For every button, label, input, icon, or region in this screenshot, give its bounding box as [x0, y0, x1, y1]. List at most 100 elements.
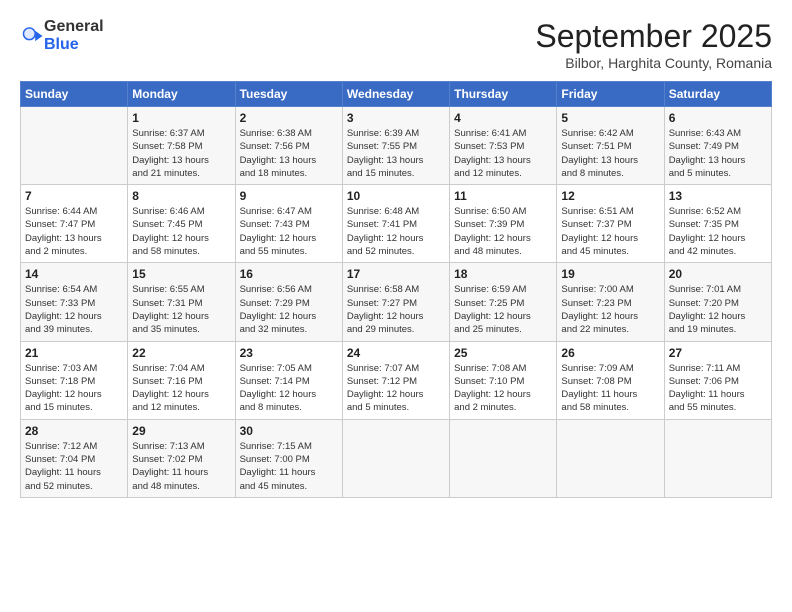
day-info: Sunrise: 7:09 AM Sunset: 7:08 PM Dayligh…: [561, 362, 659, 415]
day-info: Sunrise: 6:46 AM Sunset: 7:45 PM Dayligh…: [132, 205, 230, 258]
day-number: 11: [454, 189, 552, 203]
calendar-cell: 6 Sunrise: 6:43 AM Sunset: 7:49 PM Daylig…: [664, 107, 771, 185]
logo: General Blue: [20, 18, 104, 54]
calendar-cell: 24Sunrise: 7:07 AM Sunset: 7:12 PM Dayli…: [342, 341, 449, 419]
day-number: 27: [669, 346, 767, 360]
calendar-cell: [21, 107, 128, 185]
calendar-cell: 9 Sunrise: 6:47 AM Sunset: 7:43 PM Daylig…: [235, 185, 342, 263]
calendar-cell: 25 Sunrise: 7:08 AM Sunset: 7:10 PM Dayli…: [450, 341, 557, 419]
col-header-wednesday: Wednesday: [342, 82, 449, 107]
day-info: Sunrise: 6:41 AM Sunset: 7:53 PM Dayligh…: [454, 127, 552, 180]
day-number: 10: [347, 189, 445, 203]
calendar-cell: 21Sunrise: 7:03 AM Sunset: 7:18 PM Dayli…: [21, 341, 128, 419]
logo-icon: [22, 25, 44, 47]
day-info: Sunrise: 7:03 AM Sunset: 7:18 PM Dayligh…: [25, 362, 123, 415]
calendar-cell: 14 Sunrise: 6:54 AM Sunset: 7:33 PM Dayli…: [21, 263, 128, 341]
day-number: 26: [561, 346, 659, 360]
week-row-3: 21Sunrise: 7:03 AM Sunset: 7:18 PM Dayli…: [21, 341, 772, 419]
day-info: Sunrise: 6:39 AM Sunset: 7:55 PM Dayligh…: [347, 127, 445, 180]
day-info: Sunrise: 7:05 AM Sunset: 7:14 PM Dayligh…: [240, 362, 338, 415]
calendar-cell: 3 Sunrise: 6:39 AM Sunset: 7:55 PM Daylig…: [342, 107, 449, 185]
calendar-cell: [450, 419, 557, 497]
day-info: Sunrise: 7:15 AM Sunset: 7:00 PM Dayligh…: [240, 440, 338, 493]
day-number: 30: [240, 424, 338, 438]
week-row-1: 7Sunrise: 6:44 AM Sunset: 7:47 PM Daylig…: [21, 185, 772, 263]
title-area: September 2025 Bilbor, Harghita County, …: [535, 18, 772, 71]
day-number: 6: [669, 111, 767, 125]
day-info: Sunrise: 6:55 AM Sunset: 7:31 PM Dayligh…: [132, 283, 230, 336]
calendar-cell: 28 Sunrise: 7:12 AM Sunset: 7:04 PM Dayli…: [21, 419, 128, 497]
calendar-cell: 15 Sunrise: 6:55 AM Sunset: 7:31 PM Dayli…: [128, 263, 235, 341]
calendar-cell: 30 Sunrise: 7:15 AM Sunset: 7:00 PM Dayli…: [235, 419, 342, 497]
day-number: 13: [669, 189, 767, 203]
day-number: 2: [240, 111, 338, 125]
day-number: 8: [132, 189, 230, 203]
calendar-cell: 12 Sunrise: 6:51 AM Sunset: 7:37 PM Dayli…: [557, 185, 664, 263]
day-info: Sunrise: 6:52 AM Sunset: 7:35 PM Dayligh…: [669, 205, 767, 258]
calendar-cell: 22 Sunrise: 7:04 AM Sunset: 7:16 PM Dayli…: [128, 341, 235, 419]
day-info: Sunrise: 6:59 AM Sunset: 7:25 PM Dayligh…: [454, 283, 552, 336]
col-header-saturday: Saturday: [664, 82, 771, 107]
day-info: Sunrise: 7:13 AM Sunset: 7:02 PM Dayligh…: [132, 440, 230, 493]
col-header-thursday: Thursday: [450, 82, 557, 107]
day-info: Sunrise: 6:48 AM Sunset: 7:41 PM Dayligh…: [347, 205, 445, 258]
day-info: Sunrise: 6:42 AM Sunset: 7:51 PM Dayligh…: [561, 127, 659, 180]
day-number: 12: [561, 189, 659, 203]
logo-text-blue: Blue: [44, 36, 79, 53]
day-info: Sunrise: 6:37 AM Sunset: 7:58 PM Dayligh…: [132, 127, 230, 180]
calendar-cell: 29Sunrise: 7:13 AM Sunset: 7:02 PM Dayli…: [128, 419, 235, 497]
header-row: SundayMondayTuesdayWednesdayThursdayFrid…: [21, 82, 772, 107]
calendar-cell: 5 Sunrise: 6:42 AM Sunset: 7:51 PM Daylig…: [557, 107, 664, 185]
calendar-cell: 19 Sunrise: 7:00 AM Sunset: 7:23 PM Dayli…: [557, 263, 664, 341]
day-number: 22: [132, 346, 230, 360]
col-header-sunday: Sunday: [21, 82, 128, 107]
calendar-cell: 26 Sunrise: 7:09 AM Sunset: 7:08 PM Dayli…: [557, 341, 664, 419]
day-number: 24: [347, 346, 445, 360]
day-info: Sunrise: 6:56 AM Sunset: 7:29 PM Dayligh…: [240, 283, 338, 336]
calendar-cell: [342, 419, 449, 497]
day-number: 25: [454, 346, 552, 360]
day-number: 17: [347, 267, 445, 281]
day-info: Sunrise: 7:12 AM Sunset: 7:04 PM Dayligh…: [25, 440, 123, 493]
day-info: Sunrise: 6:47 AM Sunset: 7:43 PM Dayligh…: [240, 205, 338, 258]
calendar-cell: 20Sunrise: 7:01 AM Sunset: 7:20 PM Dayli…: [664, 263, 771, 341]
day-number: 9: [240, 189, 338, 203]
calendar-cell: 17 Sunrise: 6:58 AM Sunset: 7:27 PM Dayli…: [342, 263, 449, 341]
calendar-cell: 13 Sunrise: 6:52 AM Sunset: 7:35 PM Dayli…: [664, 185, 771, 263]
day-number: 28: [25, 424, 123, 438]
week-row-0: 1Sunrise: 6:37 AM Sunset: 7:58 PM Daylig…: [21, 107, 772, 185]
calendar-cell: 8 Sunrise: 6:46 AM Sunset: 7:45 PM Daylig…: [128, 185, 235, 263]
day-info: Sunrise: 6:54 AM Sunset: 7:33 PM Dayligh…: [25, 283, 123, 336]
month-title: September 2025: [535, 18, 772, 55]
day-info: Sunrise: 7:04 AM Sunset: 7:16 PM Dayligh…: [132, 362, 230, 415]
calendar-cell: [557, 419, 664, 497]
day-info: Sunrise: 6:50 AM Sunset: 7:39 PM Dayligh…: [454, 205, 552, 258]
day-info: Sunrise: 6:38 AM Sunset: 7:56 PM Dayligh…: [240, 127, 338, 180]
calendar-cell: 27 Sunrise: 7:11 AM Sunset: 7:06 PM Dayli…: [664, 341, 771, 419]
week-row-2: 14 Sunrise: 6:54 AM Sunset: 7:33 PM Dayli…: [21, 263, 772, 341]
calendar-cell: 23 Sunrise: 7:05 AM Sunset: 7:14 PM Dayli…: [235, 341, 342, 419]
day-info: Sunrise: 6:51 AM Sunset: 7:37 PM Dayligh…: [561, 205, 659, 258]
day-number: 20: [669, 267, 767, 281]
day-info: Sunrise: 6:43 AM Sunset: 7:49 PM Dayligh…: [669, 127, 767, 180]
day-number: 16: [240, 267, 338, 281]
day-info: Sunrise: 7:11 AM Sunset: 7:06 PM Dayligh…: [669, 362, 767, 415]
day-number: 3: [347, 111, 445, 125]
calendar-cell: 1Sunrise: 6:37 AM Sunset: 7:58 PM Daylig…: [128, 107, 235, 185]
day-info: Sunrise: 7:00 AM Sunset: 7:23 PM Dayligh…: [561, 283, 659, 336]
day-info: Sunrise: 6:44 AM Sunset: 7:47 PM Dayligh…: [25, 205, 123, 258]
page-container: General Blue September 2025 Bilbor, Harg…: [0, 0, 792, 508]
calendar-cell: 4Sunrise: 6:41 AM Sunset: 7:53 PM Daylig…: [450, 107, 557, 185]
calendar-cell: [664, 419, 771, 497]
day-number: 23: [240, 346, 338, 360]
day-info: Sunrise: 7:08 AM Sunset: 7:10 PM Dayligh…: [454, 362, 552, 415]
day-info: Sunrise: 6:58 AM Sunset: 7:27 PM Dayligh…: [347, 283, 445, 336]
day-number: 19: [561, 267, 659, 281]
logo-text-general: General: [44, 18, 104, 35]
day-number: 14: [25, 267, 123, 281]
day-number: 18: [454, 267, 552, 281]
day-number: 15: [132, 267, 230, 281]
calendar-table: SundayMondayTuesdayWednesdayThursdayFrid…: [20, 81, 772, 498]
day-number: 5: [561, 111, 659, 125]
col-header-monday: Monday: [128, 82, 235, 107]
